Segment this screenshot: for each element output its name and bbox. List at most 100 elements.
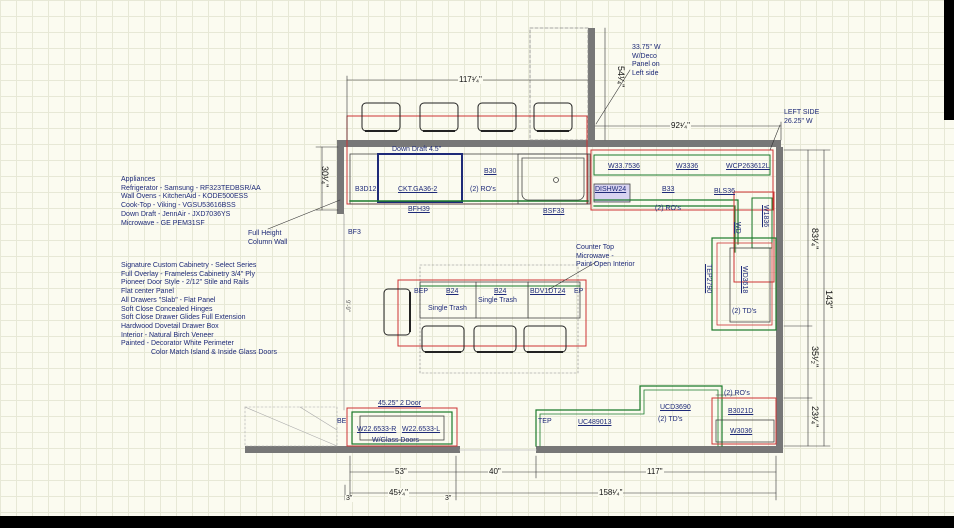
- appliance-line: Microwave - GE PEM31SF: [121, 219, 205, 227]
- b3d12-label: B3D12: [355, 186, 377, 193]
- bls36-label: BLS36: [714, 188, 736, 195]
- full-height-label: Full Height Column Wall: [248, 230, 287, 247]
- ep-label: EP: [574, 288, 584, 295]
- window-bottom-edge: [0, 516, 954, 528]
- spec-line: Soft Close Concealed Hinges: [121, 305, 213, 313]
- wd-label: WD: [734, 222, 741, 234]
- appliances-heading: Appliances: [121, 176, 156, 183]
- fridge-space: [529, 27, 589, 141]
- dishwasher-label: DISHW24: [595, 186, 627, 193]
- callout-line: Full Height: [248, 230, 282, 237]
- appliances-notes: Appliances Refrigerator - Samsung - RF32…: [121, 176, 261, 228]
- w1836-label: W1836: [762, 205, 769, 228]
- bar-stool: [473, 325, 517, 353]
- spec-line: Color Match Island & Inside Glass Doors: [151, 349, 278, 357]
- bdv-label: BDV1DT24: [530, 288, 566, 295]
- cooktop: [377, 153, 463, 203]
- callout-line: 33.75" W: [632, 44, 661, 51]
- base-cabinets-bottom-right: [535, 385, 723, 447]
- dim-bottom-3a: 3": [345, 495, 354, 502]
- wd3618-label: WD3618: [741, 266, 748, 294]
- w337536-label: W33.7536: [608, 163, 640, 170]
- uc-label: UC489013: [578, 419, 612, 426]
- spec-line: Flat center Panel: [121, 288, 174, 296]
- dim-v-143: 143": [824, 290, 834, 309]
- w22-r-label: W22.6533-R: [357, 426, 397, 433]
- appliance-line: Refrigerator - Samsung - RF323TEDBSR/AA: [121, 184, 261, 192]
- callout-line: 26.25" W: [784, 117, 813, 125]
- callout-line: Paint Open Interior: [576, 261, 635, 268]
- dim-v-35: 35¹⁄₂": [810, 346, 820, 368]
- w3036-label: W3036: [730, 428, 753, 435]
- single-trash-1-label: Single Trash: [428, 305, 467, 312]
- bar-stool: [419, 102, 459, 132]
- countertop-top-left: [346, 115, 588, 205]
- bar-stool: [383, 288, 411, 336]
- dim-v-23: 23¹⁄₄": [810, 406, 820, 428]
- spec-line: Pioneer Door Style - 2/12" Stile and Rai…: [121, 279, 249, 287]
- b33-label: B33: [662, 186, 675, 193]
- tds-label-2: (2) TD's: [658, 416, 683, 423]
- spec-notes: Signature Custom Cabinetry - Select Seri…: [121, 262, 277, 358]
- dim-v-83: 83¹⁄₄": [810, 228, 820, 250]
- bar-stool: [477, 102, 517, 132]
- bar-stool: [523, 325, 567, 353]
- spec-line: Painted - Decorator White Perimeter: [121, 340, 234, 348]
- single-trash-2-label: Single Trash: [478, 297, 517, 304]
- spec-line: Interior - Natural Birch Veneer: [121, 331, 214, 339]
- down-draft-label: Down Draft 4.5": [392, 146, 442, 153]
- dim-v-54: 54¹⁄₄": [616, 66, 626, 88]
- ros-label-3: (2) RO's: [724, 390, 750, 397]
- dim-top-92: 92¹⁄₄": [670, 121, 692, 130]
- wcp-label: WCP263612L: [726, 163, 770, 170]
- ros-label-1: (2) RO's: [470, 186, 496, 193]
- bar-stool: [421, 325, 465, 353]
- be-label: BE: [337, 418, 347, 425]
- tep-label: TEP2790: [705, 264, 712, 294]
- island-b24-a-label: B24: [446, 288, 459, 295]
- wall-right: [776, 147, 783, 453]
- wall-fridge-column: [588, 28, 595, 146]
- callout-line: Panel on: [632, 61, 660, 68]
- frame-edge: [944, 0, 954, 120]
- glass-doors-label: W/Glass Doors: [372, 437, 420, 444]
- appliance-line: Down Draft - JennAir - JXD7036YS: [121, 210, 231, 218]
- microwave-callout: Counter Top Microwave - Paint Open Inter…: [576, 244, 635, 270]
- callout-line: LEFT SIDE: [784, 109, 820, 116]
- dim-bottom-40: 40": [488, 467, 502, 476]
- bsf33-label: BSF33: [543, 208, 565, 215]
- bf3-label: BF3: [348, 229, 361, 236]
- callout-line: W/Deco: [632, 52, 657, 60]
- wall-left-column: [337, 140, 344, 214]
- spec-line: Soft Close Drawer Glides Full Extension: [121, 314, 246, 322]
- callout-line: Counter Top: [576, 244, 615, 251]
- plan-canvas: Appliances Refrigerator - Samsung - RF32…: [0, 0, 954, 528]
- bar-stool: [533, 102, 573, 132]
- callout-line: Column Wall: [248, 238, 288, 246]
- callout-line: Microwave -: [576, 252, 614, 260]
- w3336-label: W3336: [676, 163, 699, 170]
- dim-bottom-53: 53": [394, 467, 408, 476]
- dim-top-117: 117¹⁄₄": [458, 75, 483, 84]
- spec-line: Hardwood Dovetail Drawer Box: [121, 322, 219, 330]
- island-zone: [419, 264, 579, 374]
- island-b24-b-label: B24: [494, 288, 507, 295]
- bep-label: BEP: [414, 288, 429, 295]
- sink: [517, 153, 589, 205]
- tep-bottom-label: TEP: [538, 418, 552, 425]
- left-side-callout: LEFT SIDE 26.25" W: [784, 109, 819, 126]
- fridge-callout: 33.75" W W/Deco Panel on Left side: [632, 44, 661, 78]
- wall-bottom-right: [536, 446, 783, 453]
- dim-v-left: 9'-9": [344, 300, 350, 312]
- dim-bottom-3b: 3": [444, 495, 453, 502]
- bar-stool: [361, 102, 401, 132]
- wall-bottom-left: [245, 446, 460, 453]
- ucd3690-label: UCD3690: [660, 404, 691, 411]
- dim-bottom-45: 45¹⁄₄": [388, 488, 410, 497]
- dim-v-30: 30¹⁄₄": [320, 166, 330, 188]
- w22-l-label: W22.6533-L: [402, 426, 441, 433]
- dim-bottom-158: 158¹⁄₄": [598, 488, 624, 497]
- dim-bottom-117: 117": [646, 467, 664, 476]
- spec-line: All Drawers "Slab" - Flat Panel: [121, 296, 216, 304]
- glass-door-label: 45.25" 2 Door: [378, 400, 421, 407]
